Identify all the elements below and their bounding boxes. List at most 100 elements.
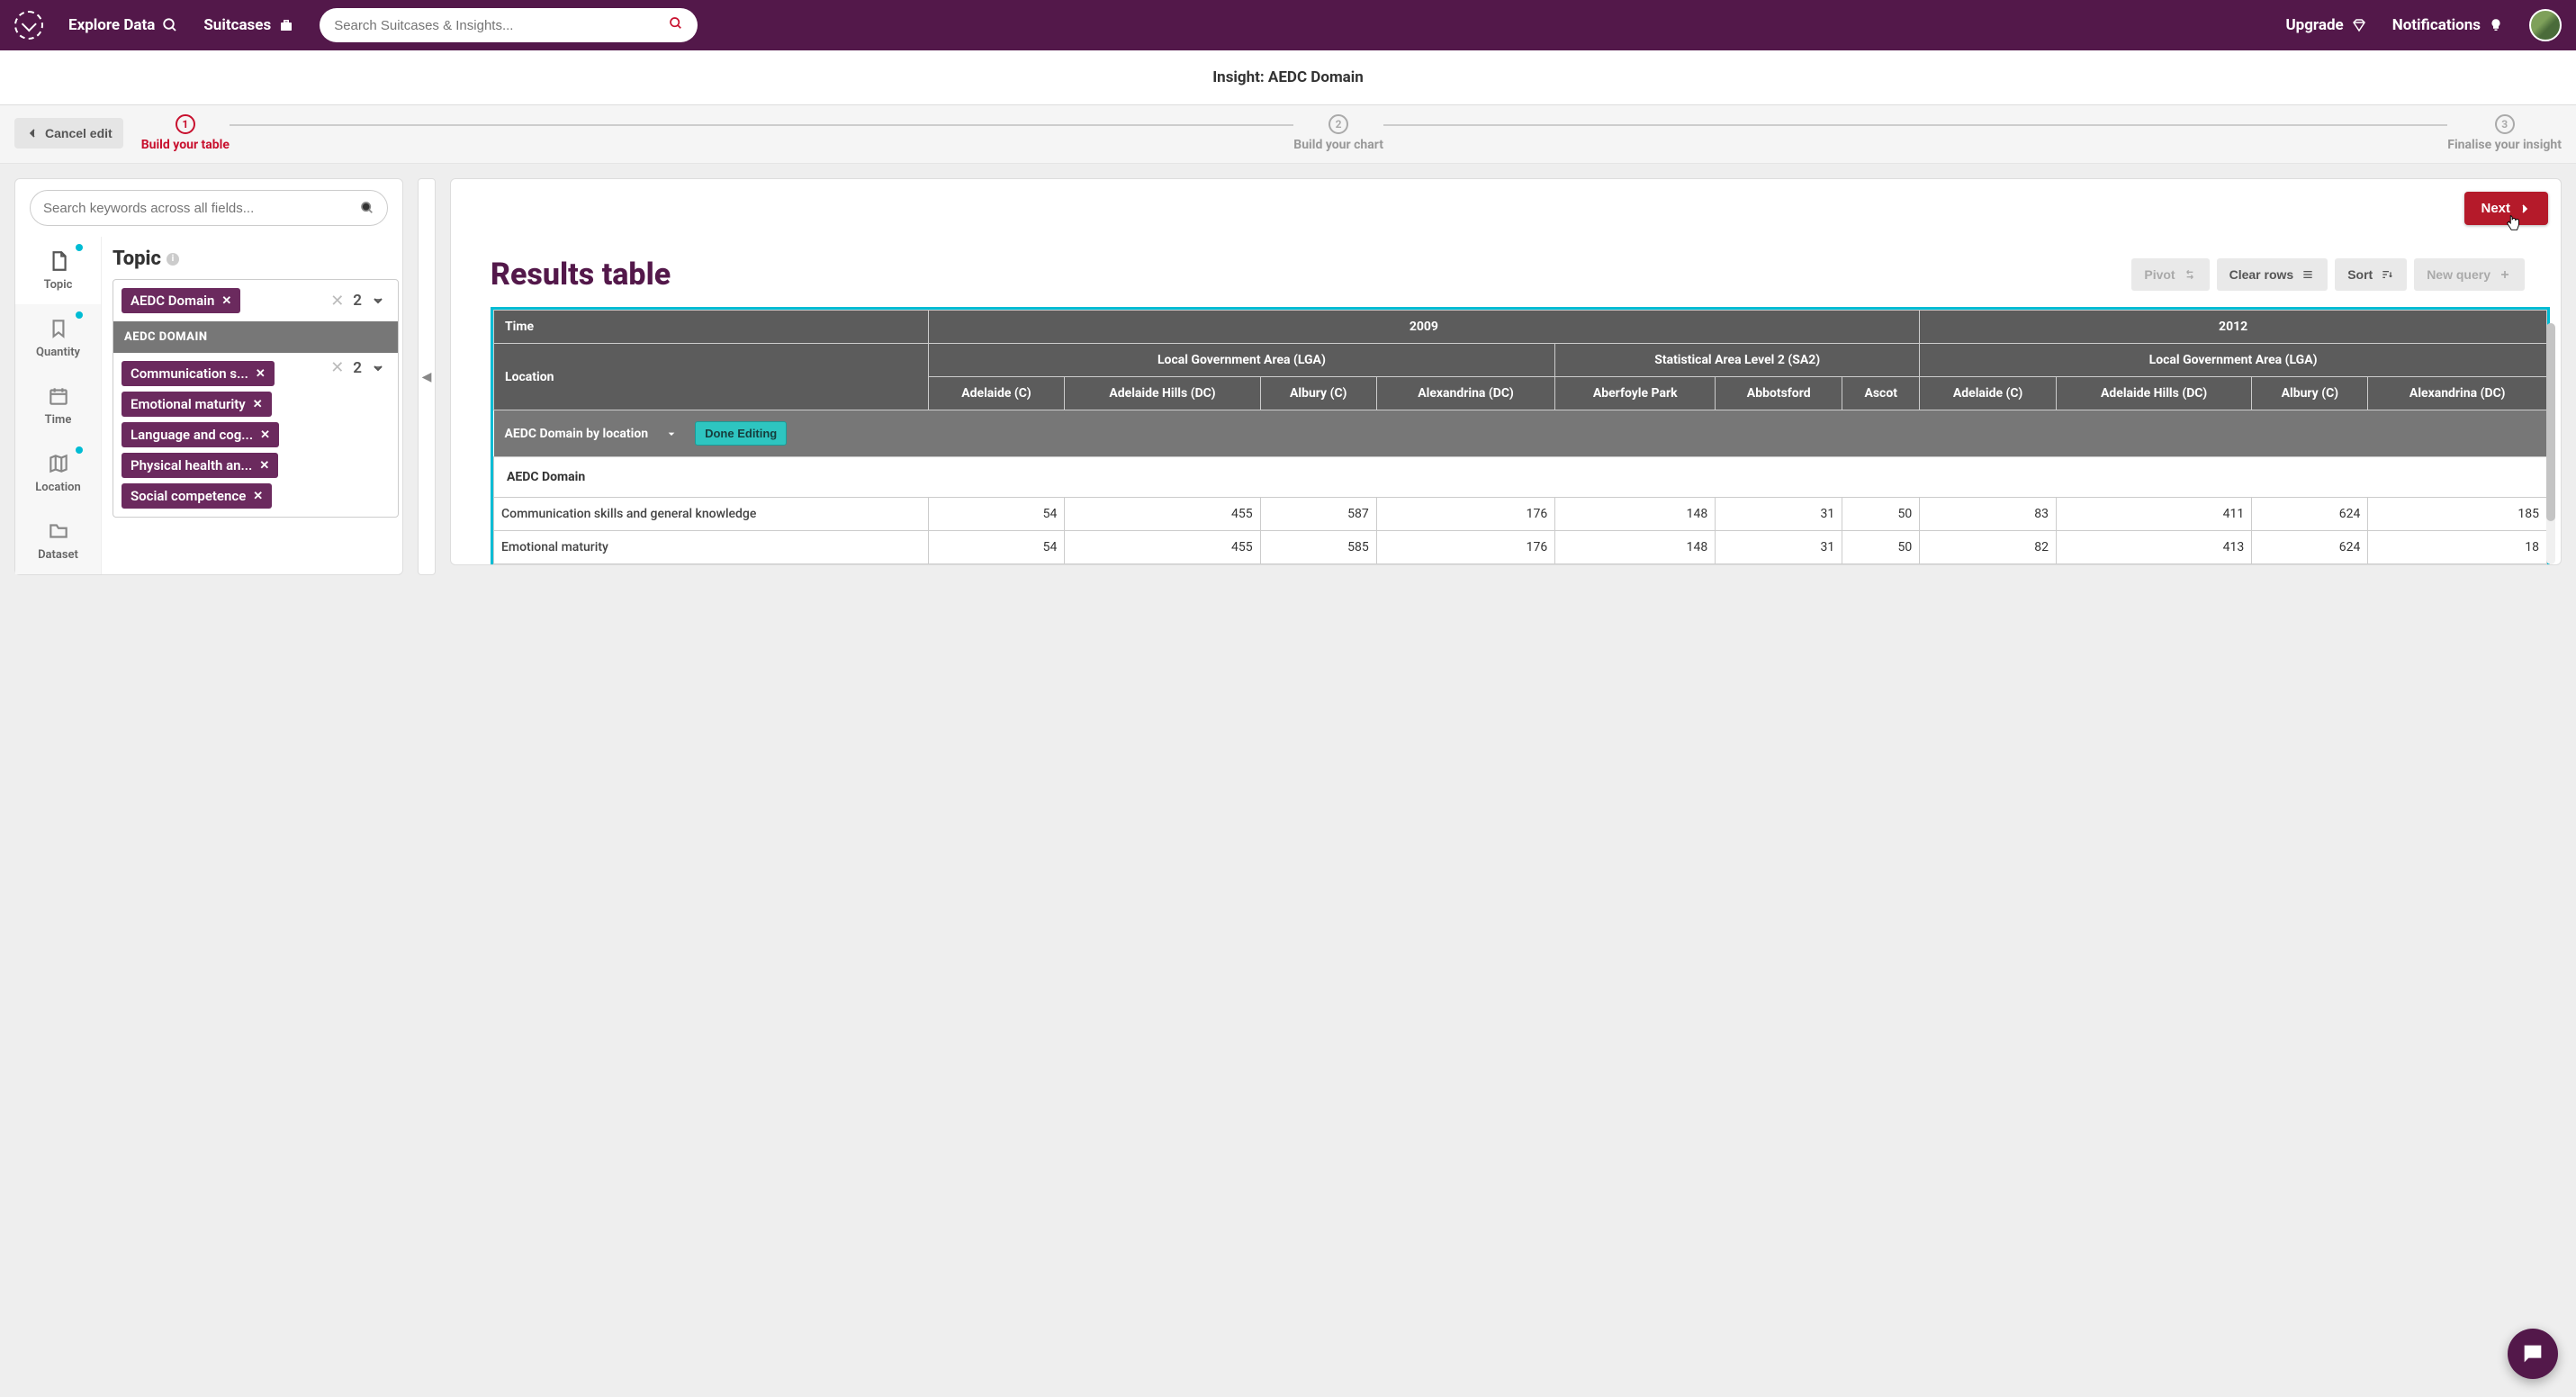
cell: 585 bbox=[1260, 531, 1376, 564]
field-search[interactable] bbox=[30, 190, 388, 226]
clear-all-icon[interactable]: ✕ bbox=[330, 358, 344, 377]
cell: 82 bbox=[1920, 531, 2057, 564]
topic-chip[interactable]: Social competence✕ bbox=[122, 483, 272, 509]
sidebar-tab-topic[interactable]: Topic bbox=[15, 237, 101, 304]
remove-chip-icon[interactable]: ✕ bbox=[221, 294, 231, 308]
step-finalise[interactable]: 3 Finalise your insight bbox=[2447, 114, 2562, 152]
results-panel: Next Results table Pivot Clear rows Sort… bbox=[450, 178, 2562, 565]
col-header: Alexandrina (DC) bbox=[2368, 377, 2547, 410]
folder-icon bbox=[47, 519, 70, 543]
upgrade-label: Upgrade bbox=[2285, 16, 2343, 34]
remove-chip-icon[interactable]: ✕ bbox=[253, 490, 263, 503]
remove-chip-icon[interactable]: ✕ bbox=[256, 367, 266, 381]
list-icon bbox=[2301, 267, 2315, 282]
col-header: Adelaide (C) bbox=[928, 377, 1065, 410]
indicator-dot bbox=[76, 311, 83, 319]
indicator-dot bbox=[76, 446, 83, 454]
calendar-icon bbox=[47, 384, 70, 408]
caret-down-icon[interactable] bbox=[664, 427, 679, 441]
tab-label: Quantity bbox=[36, 346, 80, 359]
col-header: Adelaide Hills (DC) bbox=[1065, 377, 1260, 410]
chat-launcher[interactable] bbox=[2508, 1329, 2558, 1379]
info-icon[interactable]: i bbox=[167, 253, 179, 266]
col-header: Adelaide Hills (DC) bbox=[2056, 377, 2251, 410]
region-header: Local Government Area (LGA) bbox=[1920, 344, 2547, 377]
diamond-icon bbox=[2351, 17, 2367, 33]
topic-chip[interactable]: Language and cog...✕ bbox=[122, 422, 279, 447]
step-number: 3 bbox=[2495, 114, 2515, 134]
pivot-button[interactable]: Pivot bbox=[2131, 258, 2209, 291]
remove-chip-icon[interactable]: ✕ bbox=[253, 398, 263, 411]
cell: 31 bbox=[1716, 498, 1842, 531]
scroll-thumb[interactable] bbox=[2546, 323, 2555, 521]
topic-heading: Topic i bbox=[113, 248, 399, 270]
cell: 176 bbox=[1376, 531, 1555, 564]
col-header: Abbotsford bbox=[1716, 377, 1842, 410]
region-header: Statistical Area Level 2 (SA2) bbox=[1555, 344, 1920, 377]
remove-chip-icon[interactable]: ✕ bbox=[260, 428, 270, 442]
year-header: 2012 bbox=[1920, 311, 2547, 344]
notifications-link[interactable]: Notifications bbox=[2392, 16, 2504, 34]
sidebar-tab-dataset[interactable]: Dataset bbox=[15, 507, 101, 574]
step-connector bbox=[230, 124, 1293, 126]
chip-count: 2 bbox=[353, 292, 362, 310]
done-editing-button[interactable]: Done Editing bbox=[695, 421, 787, 446]
sidebar-tab-quantity[interactable]: Quantity bbox=[15, 304, 101, 372]
cell: 455 bbox=[1065, 531, 1260, 564]
collapse-panel-button[interactable]: ◀ bbox=[418, 178, 436, 575]
clear-all-icon[interactable]: ✕ bbox=[330, 292, 344, 311]
explore-label: Explore Data bbox=[68, 16, 155, 34]
cell: 176 bbox=[1376, 498, 1555, 531]
suitcase-icon bbox=[278, 17, 294, 33]
chevron-down-icon[interactable] bbox=[371, 361, 385, 375]
remove-chip-icon[interactable]: ✕ bbox=[259, 459, 269, 473]
cell: 83 bbox=[1920, 498, 2057, 531]
cell: 185 bbox=[2368, 498, 2547, 531]
sidebar-tab-time[interactable]: Time bbox=[15, 372, 101, 439]
cell: 148 bbox=[1555, 498, 1716, 531]
chevron-down-icon[interactable] bbox=[371, 293, 385, 308]
topic-chip[interactable]: AEDC Domain ✕ bbox=[122, 288, 240, 313]
cell: 50 bbox=[1842, 498, 1920, 531]
app-logo[interactable] bbox=[14, 11, 43, 40]
upgrade-link[interactable]: Upgrade bbox=[2285, 16, 2366, 34]
explore-data-link[interactable]: Explore Data bbox=[68, 16, 178, 34]
scrollbar[interactable] bbox=[2546, 323, 2555, 564]
topic-chip[interactable]: Communication s...✕ bbox=[122, 361, 275, 386]
arrow-right-icon bbox=[2517, 202, 2532, 216]
sort-button[interactable]: Sort bbox=[2335, 258, 2407, 291]
plus-icon bbox=[2498, 267, 2512, 282]
next-button[interactable]: Next bbox=[2464, 192, 2548, 225]
global-search-input[interactable] bbox=[334, 18, 669, 33]
field-search-input[interactable] bbox=[43, 201, 360, 216]
results-title: Results table bbox=[491, 257, 671, 293]
document-icon bbox=[47, 249, 70, 273]
cancel-edit-button[interactable]: Cancel edit bbox=[14, 118, 123, 149]
suitcases-link[interactable]: Suitcases bbox=[203, 16, 294, 34]
lightbulb-icon bbox=[2488, 17, 2504, 33]
step-connector bbox=[1383, 124, 2447, 126]
chip-label: Emotional maturity bbox=[131, 396, 246, 412]
sidebar-tab-location[interactable]: Location bbox=[15, 439, 101, 507]
search-icon[interactable] bbox=[360, 201, 374, 215]
step-build-table[interactable]: 1 Build your table bbox=[141, 114, 230, 152]
global-search[interactable] bbox=[320, 8, 698, 42]
step-label: Build your table bbox=[141, 138, 230, 152]
search-icon[interactable] bbox=[669, 16, 683, 34]
btn-label: Sort bbox=[2347, 267, 2373, 282]
user-avatar[interactable] bbox=[2529, 9, 2562, 41]
row-label: Communication skills and general knowled… bbox=[494, 498, 929, 531]
notifications-label: Notifications bbox=[2392, 16, 2481, 34]
clear-rows-button[interactable]: Clear rows bbox=[2217, 258, 2328, 291]
topic-chip[interactable]: Physical health an... ✕ bbox=[122, 453, 278, 478]
chip-label: AEDC Domain bbox=[131, 293, 214, 309]
new-query-button[interactable]: New query bbox=[2414, 258, 2525, 291]
domain-header-row: AEDC Domain bbox=[494, 457, 2547, 498]
arrow-left-icon bbox=[25, 126, 40, 140]
region-header: Local Government Area (LGA) bbox=[928, 344, 1555, 377]
chip-label: Physical health an... bbox=[131, 457, 252, 473]
step-build-chart[interactable]: 2 Build your chart bbox=[1293, 114, 1383, 152]
cell: 54 bbox=[928, 498, 1065, 531]
chip-count: 2 bbox=[353, 359, 362, 377]
topic-chip[interactable]: Emotional maturity ✕ bbox=[122, 392, 272, 417]
